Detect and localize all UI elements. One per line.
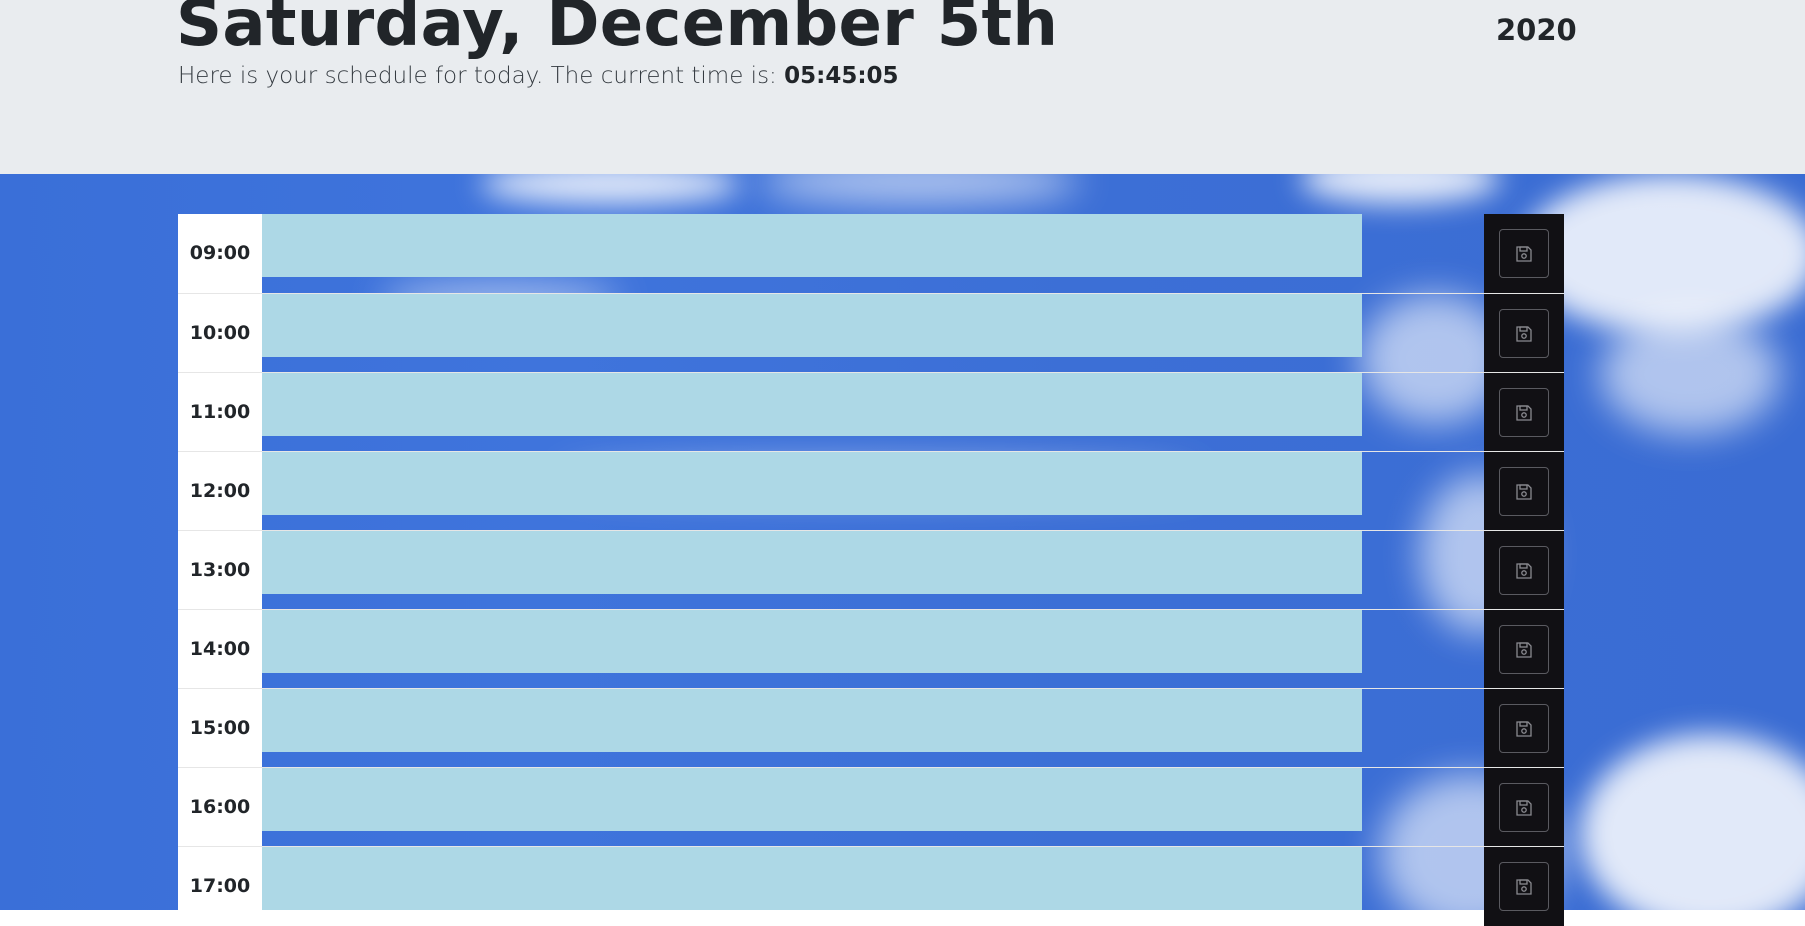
save-column [1484,214,1564,293]
hour-label: 15:00 [178,689,262,768]
save-column [1484,531,1564,610]
time-block-row: 15:00 [178,688,1564,768]
save-button[interactable] [1499,625,1549,674]
save-column [1484,373,1564,452]
save-column [1484,294,1564,373]
hour-label: 13:00 [178,531,262,610]
save-column [1484,610,1564,689]
event-input[interactable] [262,214,1362,277]
time-block-row: 13:00 [178,530,1564,610]
save-button[interactable] [1499,309,1549,358]
hour-label: 11:00 [178,373,262,452]
hour-label: 09:00 [178,214,262,293]
year-label: 2020 [1496,13,1577,47]
hour-label: 10:00 [178,294,262,373]
hour-label: 14:00 [178,610,262,689]
hour-label: 17:00 [178,847,262,926]
save-button[interactable] [1499,546,1549,595]
event-input[interactable] [262,847,1362,910]
save-button[interactable] [1499,862,1549,911]
current-time: 05:45:05 [784,63,899,89]
event-input[interactable] [262,452,1362,515]
floppy-disk-icon [1516,721,1532,737]
event-input[interactable] [262,294,1362,357]
lead-text: Here is your schedule for today. The cur… [178,63,785,89]
floppy-disk-icon [1516,484,1532,500]
save-button[interactable] [1499,229,1549,278]
hour-label: 16:00 [178,768,262,847]
event-input[interactable] [262,689,1362,752]
save-column [1484,689,1564,768]
jumbotron-header: Saturday, December 5th 2020 Here is your… [0,0,1805,174]
save-column [1484,847,1564,926]
time-block-row: 11:00 [178,372,1564,452]
time-block-row: 16:00 [178,767,1564,847]
event-input[interactable] [262,373,1362,436]
floppy-disk-icon [1516,642,1532,658]
save-column [1484,452,1564,531]
floppy-disk-icon [1516,879,1532,895]
save-column [1484,768,1564,847]
time-block-row: 17:00 [178,846,1564,926]
floppy-disk-icon [1516,800,1532,816]
floppy-disk-icon [1516,326,1532,342]
event-input[interactable] [262,768,1362,831]
save-button[interactable] [1499,467,1549,516]
time-block-row: 14:00 [178,609,1564,689]
hour-label: 12:00 [178,452,262,531]
time-block-row: 10:00 [178,293,1564,373]
floppy-disk-icon [1516,563,1532,579]
save-button[interactable] [1499,388,1549,437]
time-block-row: 09:00 [178,214,1564,293]
save-button[interactable] [1499,783,1549,832]
schedule-planner: 09:00 10:00 11:00 12:00 13:00 14:00 15:0… [178,214,1564,926]
event-input[interactable] [262,531,1362,594]
page-title: Saturday, December 5th [176,0,1059,61]
floppy-disk-icon [1516,246,1532,262]
event-input[interactable] [262,610,1362,673]
floppy-disk-icon [1516,405,1532,421]
time-block-row: 12:00 [178,451,1564,531]
schedule-lead-text: Here is your schedule for today. The cur… [178,61,899,91]
save-button[interactable] [1499,704,1549,753]
